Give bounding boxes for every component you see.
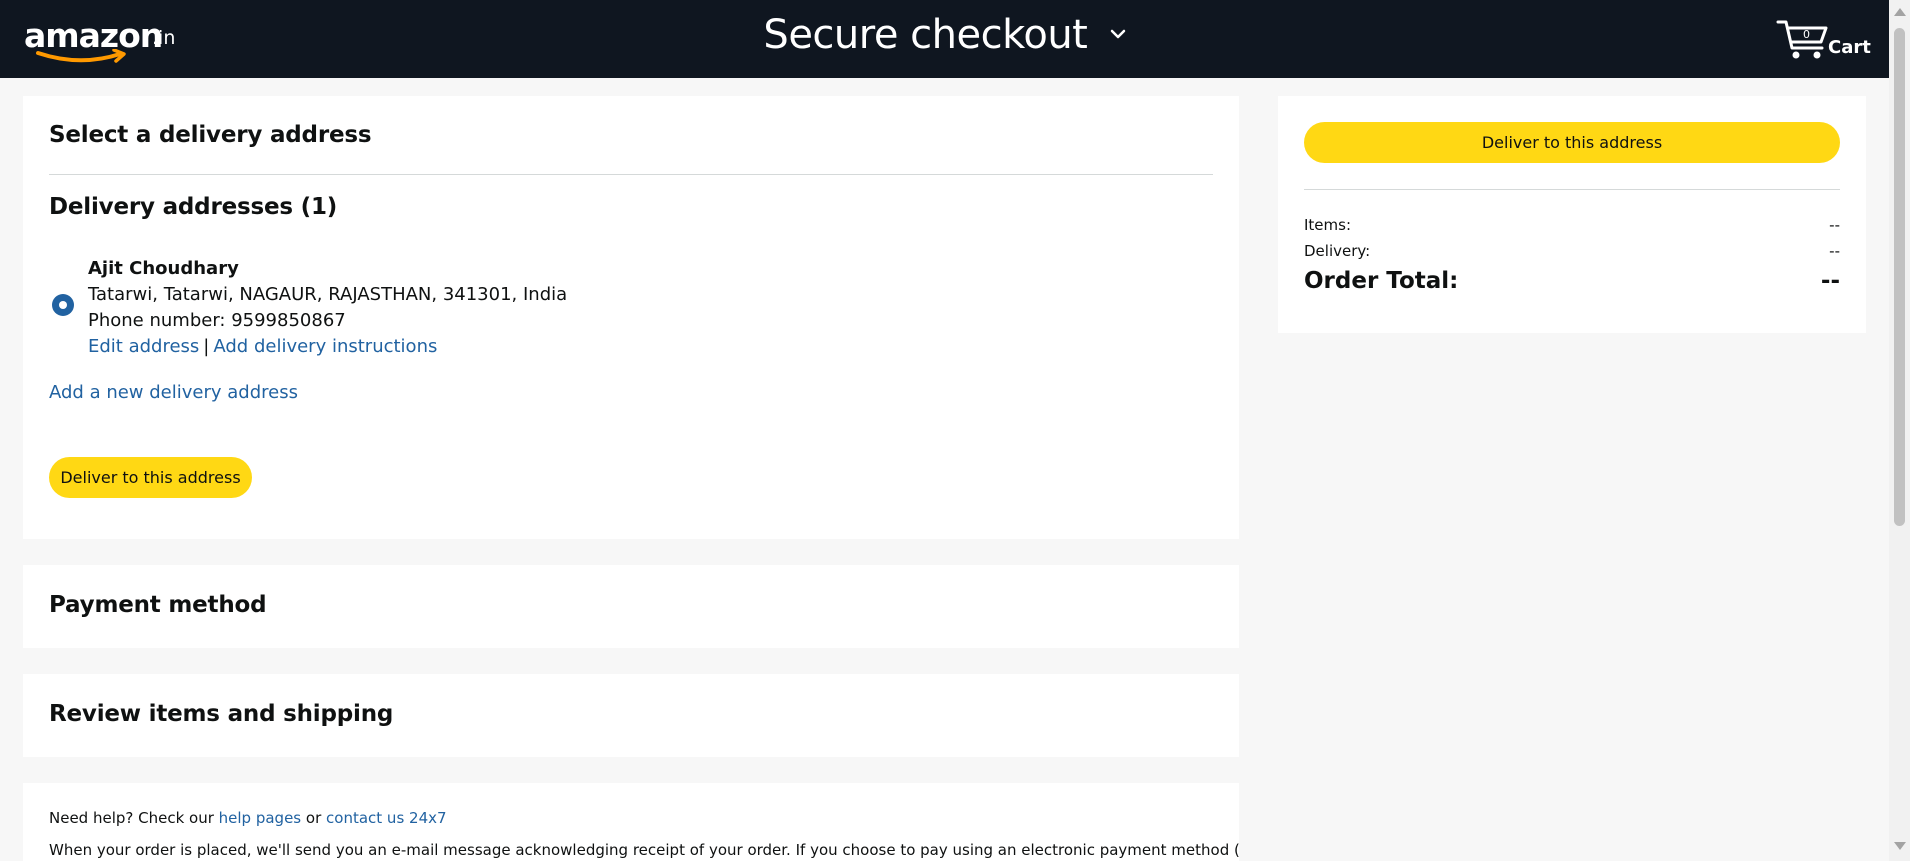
help-line: Need help? Check our help pages or conta… [49, 809, 447, 827]
section-divider [49, 174, 1213, 175]
scroll-up-arrow-icon[interactable] [1894, 8, 1906, 16]
help-prefix: Need help? Check our [49, 809, 219, 827]
deliver-to-address-button[interactable]: Deliver to this address [49, 457, 252, 498]
items-label: Items: [1304, 216, 1352, 234]
order-total-label: Order Total: [1304, 268, 1459, 294]
svg-text:0: 0 [1803, 28, 1810, 41]
top-navigation-bar: amazon .in Secure checkout 0 Cart [0, 0, 1889, 78]
summary-divider [1304, 189, 1840, 190]
address-details: Ajit Choudhary Tatarwi, Tatarwi, NAGAUR,… [88, 256, 567, 360]
delivery-address-section: Select a delivery address Delivery addre… [23, 96, 1239, 539]
payment-method-section: Payment method [23, 565, 1239, 648]
scrollbar-thumb[interactable] [1894, 28, 1905, 526]
add-new-address-link[interactable]: Add a new delivery address [49, 382, 298, 403]
summary-items-row: Items: -- [1304, 216, 1840, 234]
chevron-down-icon [1110, 29, 1125, 39]
scroll-down-arrow-icon[interactable] [1894, 842, 1906, 850]
link-separator: | [203, 336, 210, 357]
section-title-review: Review items and shipping [49, 701, 394, 727]
order-notice-text: When your order is placed, we'll send yo… [49, 841, 1239, 859]
address-name: Ajit Choudhary [88, 258, 239, 279]
delivery-addresses-heading: Delivery addresses (1) [49, 194, 338, 220]
summary-delivery-row: Delivery: -- [1304, 242, 1840, 260]
section-title-payment: Payment method [49, 592, 267, 618]
cart-link[interactable]: 0 Cart [1776, 18, 1886, 62]
contact-us-link[interactable]: contact us 24x7 [326, 809, 447, 827]
items-value: -- [1829, 216, 1840, 234]
help-pages-link[interactable]: help pages [219, 809, 301, 827]
delivery-value: -- [1829, 242, 1840, 260]
page-title: Secure checkout [763, 12, 1088, 58]
page-scrollbar[interactable] [1889, 0, 1910, 861]
add-delivery-instructions-link[interactable]: Add delivery instructions [213, 336, 437, 357]
edit-address-link[interactable]: Edit address [88, 336, 199, 357]
order-summary: Deliver to this address Items: -- Delive… [1278, 96, 1866, 333]
cart-icon: 0 [1776, 20, 1828, 59]
address-radio-selected[interactable] [52, 294, 74, 316]
help-or-text: or [301, 809, 327, 827]
secure-checkout-dropdown[interactable]: Secure checkout [0, 12, 1889, 58]
section-title-delivery: Select a delivery address [49, 122, 372, 148]
help-section: Need help? Check our help pages or conta… [23, 783, 1239, 861]
order-total-value: -- [1820, 268, 1840, 294]
cart-label: Cart [1828, 37, 1871, 58]
radio-dot-icon [59, 301, 67, 309]
address-phone: Phone number: 9599850867 [88, 310, 346, 331]
review-items-section: Review items and shipping [23, 674, 1239, 757]
address-actions: Edit address | Add delivery instructions [88, 334, 567, 360]
delivery-label: Delivery: [1304, 242, 1371, 260]
address-line: Tatarwi, Tatarwi, NAGAUR, RAJASTHAN, 341… [88, 284, 568, 305]
summary-deliver-button[interactable]: Deliver to this address [1304, 122, 1840, 163]
summary-total-row: Order Total: -- [1304, 268, 1840, 294]
